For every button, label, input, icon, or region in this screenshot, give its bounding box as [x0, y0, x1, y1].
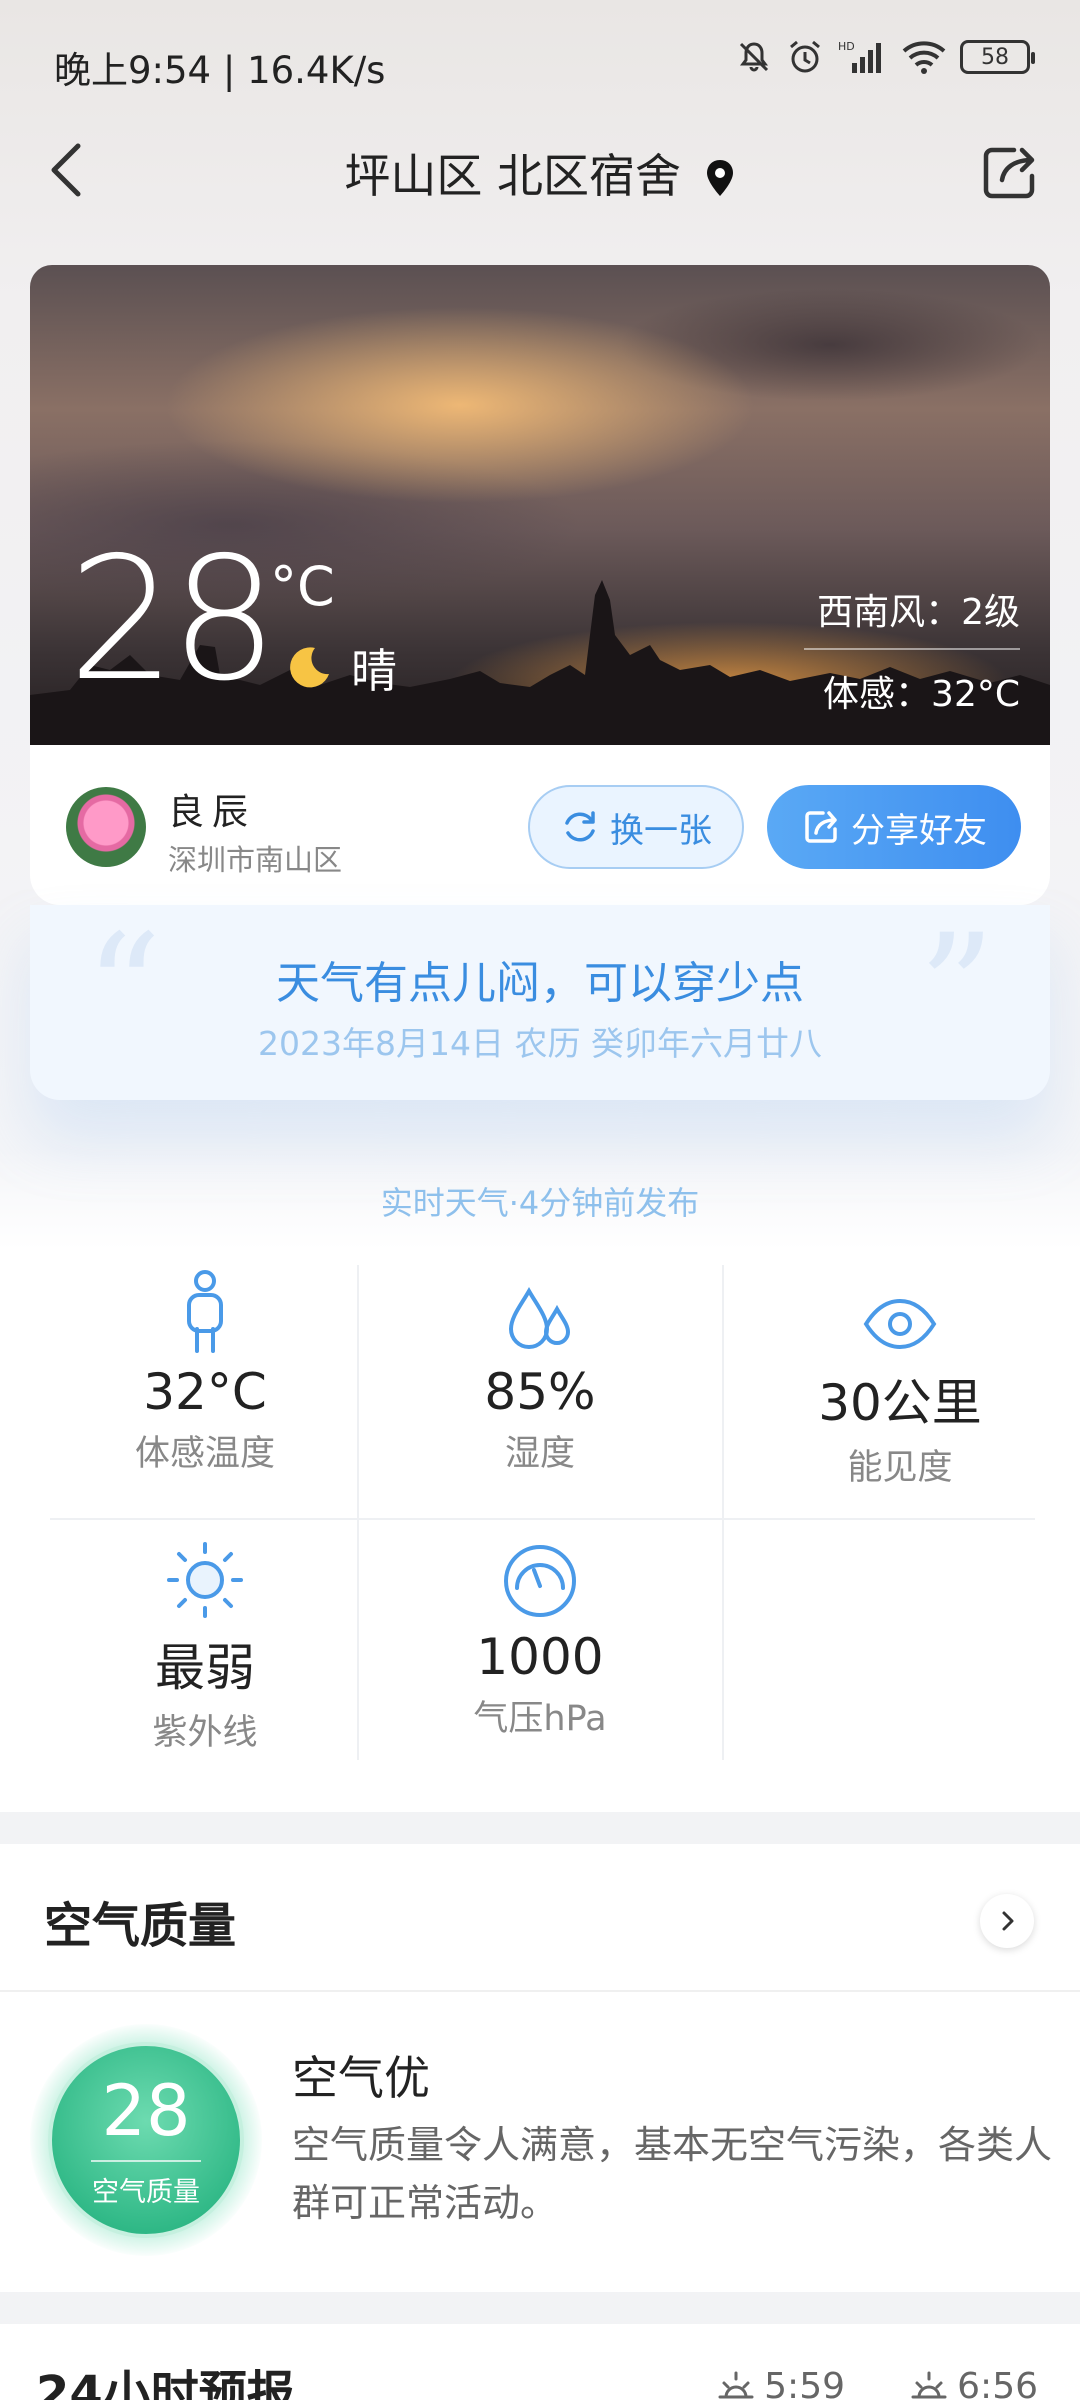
header: 坪山区 北区宿舍 [0, 130, 1080, 210]
sunrise-icon [718, 2371, 754, 2398]
humidity-label: 湿度 [504, 1434, 575, 1474]
alarm-icon [790, 40, 820, 73]
share-icon [805, 811, 837, 843]
location-title[interactable]: 坪山区 北区宿舍 [0, 140, 1080, 206]
visibility-value: 30公里 [818, 1374, 982, 1432]
realtime-label: 实时天气·4分钟前发布 [380, 1184, 700, 1222]
location-title-text: 坪山区 北区宿舍 [344, 149, 681, 203]
sunset: 6:56 [909, 2366, 1038, 2400]
sunset-icon [911, 2371, 947, 2398]
weather-condition-text: 晴 [351, 644, 397, 698]
share-button[interactable] [978, 140, 1042, 204]
realtime-item-pressure[interactable]: 1000 气压hPa [385, 1530, 695, 1760]
author-name: 良辰 [168, 792, 257, 833]
author-location: 深圳市南山区 [168, 843, 343, 877]
weather-quote-card: “ ” 天气有点儿闷，可以穿少点 2023年8月14日 农历 癸卯年六月廿八 [30, 905, 1050, 1100]
weather-condition: 晴 [285, 635, 397, 701]
forecast-24h-section: 24小时预报 5:59 6:56 [0, 2324, 1080, 2400]
humidity-icon [508, 1286, 571, 1349]
weather-hero-image: 28 °C 晴 西南风：2级 体感：32°C [30, 265, 1050, 745]
status-time-speed: 晚上9:54 | 16.4K/s [54, 49, 386, 92]
mute-bell-icon [739, 42, 769, 72]
forecast-24h-title: 24小时预报 [36, 2366, 295, 2400]
air-quality-body[interactable]: 28 空气质量 空气优 空气质量令人满意，基本无空气污染，各类人群可正常活动。 [0, 1994, 1080, 2292]
feels-like-value: 32°C [143, 1363, 267, 1421]
feels-like-label: 体感温度 [134, 1434, 275, 1474]
visibility-label: 能见度 [847, 1448, 953, 1488]
share-friends-label: 分享好友 [851, 810, 987, 851]
grid-divider [50, 1518, 1035, 1520]
sun-icon [167, 1542, 243, 1618]
moon-icon [290, 647, 329, 688]
aqi-label: 空气质量 [92, 2177, 200, 2208]
hero-divider [804, 648, 1020, 650]
status-bar: 晚上9:54 | 16.4K/s HD 58 [0, 0, 1080, 130]
chevron-right-icon [1002, 1911, 1014, 1931]
realtime-grid: 32°C 体感温度 85% 湿度 30公里 能见度 最弱 紫外线 1000 气压… [50, 1265, 1035, 1760]
lunar-date: 2023年8月14日 农历 癸卯年六月廿八 [258, 1024, 822, 1063]
change-image-button[interactable]: 换一张 [528, 785, 744, 869]
realtime-item-humidity[interactable]: 85% 湿度 [385, 1265, 695, 1495]
eye-icon [863, 1298, 937, 1350]
air-quality-more-button[interactable] [980, 1894, 1034, 1948]
feels-like-info: 体感：32°C [823, 674, 1020, 715]
pressure-value: 1000 [476, 1628, 604, 1686]
pressure-label: 气压hPa [473, 1699, 607, 1739]
change-image-label: 换一张 [610, 810, 712, 851]
share-icon [983, 147, 1035, 199]
aqi-description: 空气质量令人满意，基本无空气污染，各类人群可正常活动。 [292, 2123, 1053, 2225]
realtime-item-visibility[interactable]: 30公里 能见度 [745, 1265, 1055, 1495]
humidity-value: 85% [484, 1363, 596, 1421]
weather-tip: 天气有点儿闷，可以穿少点 [276, 958, 804, 1009]
wind-info: 西南风：2级 [817, 592, 1020, 633]
realtime-item-feels-like[interactable]: 32°C 体感温度 [50, 1265, 360, 1495]
grid-divider [722, 1265, 724, 1760]
share-friends-button[interactable]: 分享好友 [767, 785, 1021, 869]
location-pin-icon [706, 160, 733, 196]
realtime-item-uv[interactable]: 最弱 紫外线 [50, 1530, 360, 1760]
aqi-value: 28 [101, 2070, 191, 2152]
aqi-circle: 28 空气质量 [48, 2042, 244, 2238]
uv-value: 最弱 [155, 1639, 255, 1697]
air-quality-header[interactable]: 空气质量 [0, 1844, 1080, 1992]
status-icons: HD 58 [736, 38, 1035, 76]
photo-author-card: 良辰 深圳市南山区 换一张 分享好友 [30, 745, 1050, 905]
avatar[interactable] [66, 787, 146, 867]
section-divider [0, 2292, 1080, 2324]
aqi-separator [91, 2160, 201, 2162]
air-quality-title: 空气质量 [44, 1898, 237, 1954]
section-divider [0, 1812, 1080, 1844]
battery-indicator: 58 [960, 40, 1035, 74]
signal-icon: HD [838, 40, 881, 73]
sunset-time: 6:56 [957, 2366, 1038, 2400]
refresh-icon [565, 811, 595, 842]
temperature-unit: °C [270, 555, 335, 618]
svg-text:HD: HD [838, 40, 855, 53]
sunrise: 5:59 [716, 2366, 845, 2400]
sunrise-time: 5:59 [764, 2366, 845, 2400]
wifi-icon [902, 41, 946, 74]
aqi-ring: 28 空气质量 [30, 2024, 262, 2256]
current-temperature: 28 [68, 521, 278, 719]
person-icon [187, 1270, 223, 1353]
uv-label: 紫外线 [152, 1713, 258, 1753]
aqi-level: 空气优 [292, 2051, 430, 2105]
gauge-icon [504, 1545, 576, 1617]
